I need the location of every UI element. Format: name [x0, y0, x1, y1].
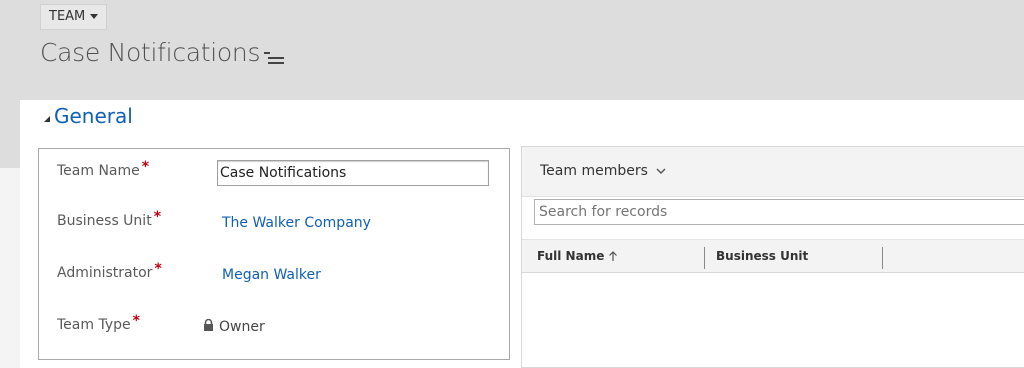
required-marker: * — [141, 159, 150, 175]
column-header-full-name[interactable]: Full Name — [537, 249, 618, 263]
lock-icon — [204, 319, 213, 331]
administrator-label-text: Administrator — [57, 265, 153, 281]
collapse-triangle-icon[interactable] — [44, 116, 50, 122]
column-resizer[interactable] — [882, 247, 883, 269]
administrator-label: Administrator * — [57, 261, 162, 281]
column-label: Full Name — [537, 249, 605, 263]
required-marker: * — [132, 313, 140, 329]
page-header: TEAM Case Notifications — [0, 0, 1024, 100]
team-name-label-text: Team Name — [57, 163, 140, 179]
form-content: General Team Name* Business Unit* The Wa… — [20, 100, 1024, 368]
search-records-input[interactable] — [534, 199, 1024, 225]
sort-ascending-icon — [609, 250, 618, 261]
subgrid-header: Team members — [522, 147, 1024, 197]
record-menu-icon[interactable] — [264, 52, 284, 66]
team-type-label-text: Team Type — [57, 317, 131, 333]
administrator-link[interactable]: Megan Walker — [222, 267, 321, 283]
business-unit-link[interactable]: The Walker Company — [222, 215, 371, 231]
general-form-box: Team Name* Business Unit* The Walker Com… — [38, 148, 510, 360]
column-header-business-unit[interactable]: Business Unit — [716, 249, 808, 263]
menu-line-icon — [268, 57, 284, 59]
section-title: General — [54, 104, 133, 128]
column-header-row: Full Name Business Unit — [522, 239, 1024, 273]
left-gutter — [0, 168, 20, 368]
required-marker: * — [153, 209, 162, 225]
team-name-input[interactable] — [217, 160, 489, 186]
business-unit-label-text: Business Unit — [57, 213, 152, 229]
left-band — [0, 100, 20, 168]
menu-line-icon — [268, 62, 284, 64]
caret-down-icon — [90, 14, 99, 19]
chevron-down-icon — [656, 168, 666, 175]
team-type-label: Team Type * — [57, 313, 140, 333]
subgrid-view-selector[interactable]: Team members — [540, 163, 666, 179]
entity-label: TEAM — [49, 9, 86, 24]
team-type-value: Owner — [219, 319, 265, 335]
subgrid-title: Team members — [540, 163, 648, 179]
business-unit-label: Business Unit * — [57, 209, 161, 229]
team-members-subgrid: Team members Full Name Business Unit — [521, 146, 1024, 368]
required-marker: * — [154, 261, 162, 277]
column-label: Business Unit — [716, 249, 809, 263]
column-resizer[interactable] — [704, 247, 705, 269]
menu-line-icon — [264, 52, 270, 54]
entity-switcher-button[interactable]: TEAM — [40, 4, 108, 30]
section-header-general[interactable]: General — [44, 104, 133, 128]
record-title: Case Notifications — [40, 38, 261, 67]
team-name-label: Team Name * — [57, 159, 149, 179]
